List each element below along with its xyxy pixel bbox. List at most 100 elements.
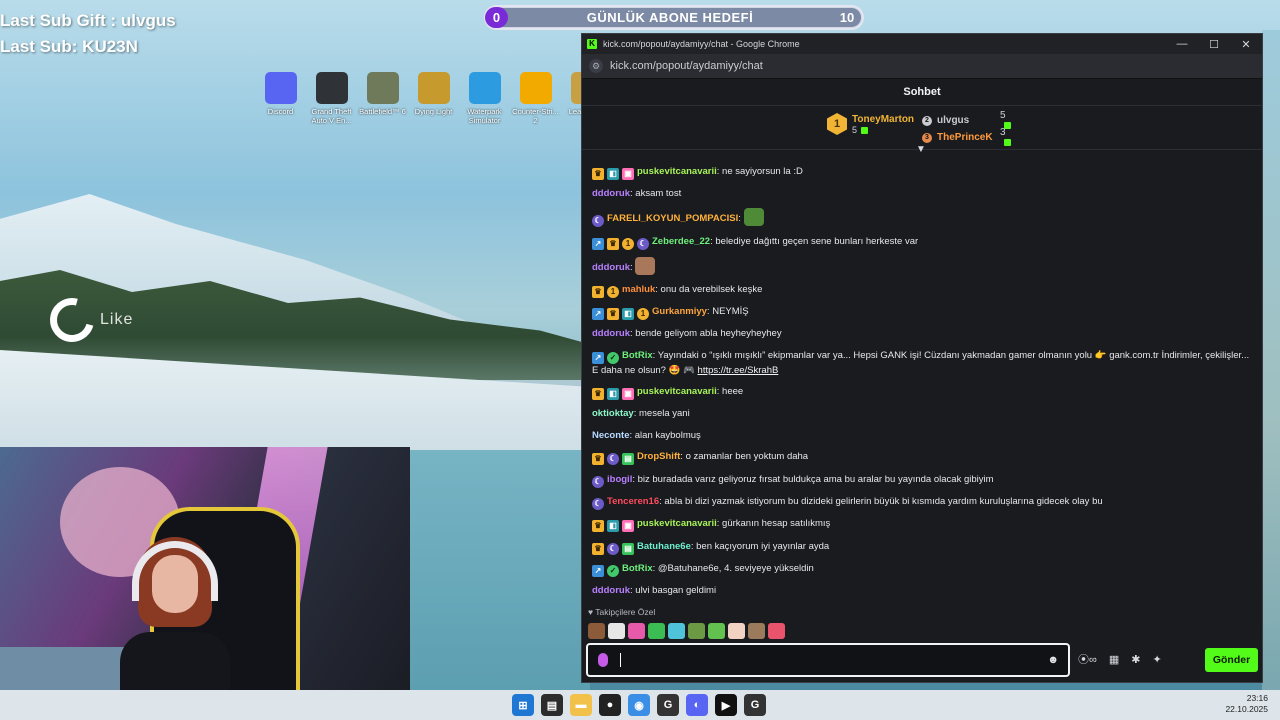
- close-button[interactable]: ✕: [1230, 38, 1262, 51]
- chat-username[interactable]: Tenceren16: [607, 496, 659, 507]
- send-button[interactable]: Gönder: [1205, 648, 1258, 672]
- sub-gifter-badge-icon[interactable]: ▣: [622, 520, 634, 533]
- chat-username[interactable]: Neconte: [592, 430, 629, 441]
- emote-7[interactable]: [708, 623, 725, 639]
- sub-gifter-badge-icon[interactable]: ▣: [622, 167, 634, 180]
- minimize-button[interactable]: —: [1166, 38, 1198, 50]
- moon-badge-icon[interactable]: ☾: [607, 542, 619, 555]
- emote-1[interactable]: [588, 623, 605, 639]
- chat-username[interactable]: BotRix: [622, 563, 653, 574]
- crown-badge-icon[interactable]: ♛: [592, 453, 604, 466]
- desktop-icon-gta[interactable]: Grand Theft Auto V En...: [306, 72, 357, 125]
- og-badge-icon[interactable]: ◧: [622, 307, 634, 320]
- chat-username[interactable]: Gurkanmiyy: [652, 306, 707, 317]
- verified-badge-icon[interactable]: ↗: [592, 565, 604, 578]
- chat-input[interactable]: ☻: [586, 643, 1070, 677]
- crown-badge-icon[interactable]: ♛: [592, 520, 604, 533]
- og-badge-icon[interactable]: ◧: [607, 388, 619, 401]
- moon-badge-icon[interactable]: ☾: [592, 215, 604, 228]
- chrome-icon[interactable]: ◉: [628, 694, 650, 716]
- sub-gifter-badge-icon[interactable]: ▣: [622, 388, 634, 401]
- moon-badge-icon[interactable]: ☾: [592, 497, 604, 510]
- kick-taskbar-icon[interactable]: ▶: [715, 694, 737, 716]
- verified-badge-icon[interactable]: ↗: [592, 237, 604, 250]
- verified-badge-icon[interactable]: ↗: [592, 307, 604, 320]
- app-g-icon[interactable]: G: [657, 694, 679, 716]
- subscriber-badge-icon[interactable]: ▤: [622, 542, 634, 555]
- emote-5[interactable]: [668, 623, 685, 639]
- desktop-icon-battlefield[interactable]: Battlefield™ 6: [357, 72, 408, 125]
- maximize-button[interactable]: ☐: [1198, 38, 1230, 51]
- desktop-icon-waterpark[interactable]: Waterpark Simulator: [459, 72, 510, 125]
- chat-username[interactable]: puskevitcanavarii: [637, 166, 717, 177]
- chat-username[interactable]: dddoruk: [592, 188, 630, 199]
- moon-badge-icon[interactable]: ☾: [637, 237, 649, 250]
- task-view-icon[interactable]: ▤: [541, 694, 563, 716]
- crown-badge-icon[interactable]: ♛: [592, 285, 604, 298]
- verified-badge-icon[interactable]: ↗: [592, 351, 604, 364]
- waterpark-icon: [468, 72, 501, 104]
- emote-3[interactable]: [628, 623, 645, 639]
- store-icon[interactable]: ▦: [1109, 653, 1119, 666]
- emote-10[interactable]: [768, 623, 785, 639]
- system-clock[interactable]: 23:16 22.10.2025: [1225, 693, 1268, 715]
- chat-username[interactable]: FARELI_KOYUN_POMPACISI: [607, 213, 738, 224]
- bot-badge-icon[interactable]: ✓: [607, 565, 619, 578]
- bot-badge-icon[interactable]: ✓: [607, 351, 619, 364]
- chat-username[interactable]: puskevitcanavarii: [637, 518, 717, 529]
- leaderboard-row[interactable]: 2 ulvgus 5: [922, 110, 1011, 130]
- crown-badge-icon[interactable]: ♛: [592, 542, 604, 555]
- desktop-icon-cs2[interactable]: Counter-Stri... 2: [510, 72, 561, 125]
- subscriber-badge-icon[interactable]: ▤: [622, 453, 634, 466]
- kick-badge-icon[interactable]: ✦: [1152, 653, 1161, 666]
- chat-username[interactable]: mahluk: [622, 284, 655, 295]
- chat-link[interactable]: https://tr.ee/SkrahB: [698, 365, 779, 376]
- app-g2-icon[interactable]: G: [744, 694, 766, 716]
- window-titlebar[interactable]: K kick.com/popout/aydamiyy/chat - Google…: [582, 34, 1262, 54]
- emote-9[interactable]: [748, 623, 765, 639]
- chat-username[interactable]: dddoruk: [592, 262, 630, 273]
- emote-6[interactable]: [688, 623, 705, 639]
- crown-badge-icon[interactable]: ♛: [607, 237, 619, 250]
- chat-username[interactable]: BotRix: [622, 350, 653, 361]
- pinned-chevron-icon[interactable]: ▼: [916, 144, 926, 155]
- file-explorer-icon[interactable]: ▬: [570, 694, 592, 716]
- sub-month-badge-icon[interactable]: 1: [637, 307, 649, 320]
- leaderboard-first[interactable]: 1 ToneyMarton 5: [827, 113, 914, 135]
- emote-8[interactable]: [728, 623, 745, 639]
- emote-4[interactable]: [648, 623, 665, 639]
- chat-username[interactable]: oktioktay: [592, 408, 634, 419]
- chat-username[interactable]: Zeberdee_22: [652, 236, 710, 247]
- moon-badge-icon[interactable]: ☾: [592, 475, 604, 488]
- face-emote[interactable]: [635, 257, 656, 276]
- crown-badge-icon[interactable]: ♛: [592, 388, 604, 401]
- chat-username[interactable]: DropShift: [637, 451, 680, 462]
- leaderboard-row[interactable]: 3 ThePrinceK 3: [922, 127, 1011, 147]
- channel-points-icon[interactable]: ⦿∞: [1078, 651, 1097, 667]
- discord-taskbar-icon[interactable]: ◐: [686, 694, 708, 716]
- pepe-emote[interactable]: [743, 208, 764, 227]
- url-text[interactable]: kick.com/popout/aydamiyy/chat: [610, 60, 763, 72]
- windows-start-icon[interactable]: ⊞: [512, 694, 534, 716]
- moon-badge-icon[interactable]: ☾: [607, 453, 619, 466]
- emote-2[interactable]: [608, 623, 625, 639]
- chat-username[interactable]: dddoruk: [592, 585, 630, 596]
- desktop-icon-discord[interactable]: Discord: [255, 72, 306, 125]
- sub-month-badge-icon[interactable]: 1: [622, 237, 634, 250]
- chat-username[interactable]: dddoruk: [592, 328, 630, 339]
- emoji-picker-icon[interactable]: ☻: [1047, 654, 1059, 666]
- address-bar[interactable]: ⚙ kick.com/popout/aydamiyy/chat: [582, 54, 1262, 79]
- obs-icon[interactable]: ●: [599, 694, 621, 716]
- chat-username[interactable]: puskevitcanavarii: [637, 386, 717, 397]
- chat-username[interactable]: ibogil: [607, 474, 632, 485]
- desktop-icon-dying-light[interactable]: Dying Light: [408, 72, 459, 125]
- site-info-icon[interactable]: ⚙: [589, 59, 603, 73]
- microphone-icon[interactable]: [598, 653, 608, 667]
- og-badge-icon[interactable]: ◧: [607, 167, 619, 180]
- og-badge-icon[interactable]: ◧: [607, 520, 619, 533]
- sub-month-badge-icon[interactable]: 1: [607, 285, 619, 298]
- chat-username[interactable]: Batuhane6e: [637, 541, 691, 552]
- crown-badge-icon[interactable]: ♛: [592, 167, 604, 180]
- crown-badge-icon[interactable]: ♛: [607, 307, 619, 320]
- settings-gear-icon[interactable]: ✱: [1131, 653, 1140, 666]
